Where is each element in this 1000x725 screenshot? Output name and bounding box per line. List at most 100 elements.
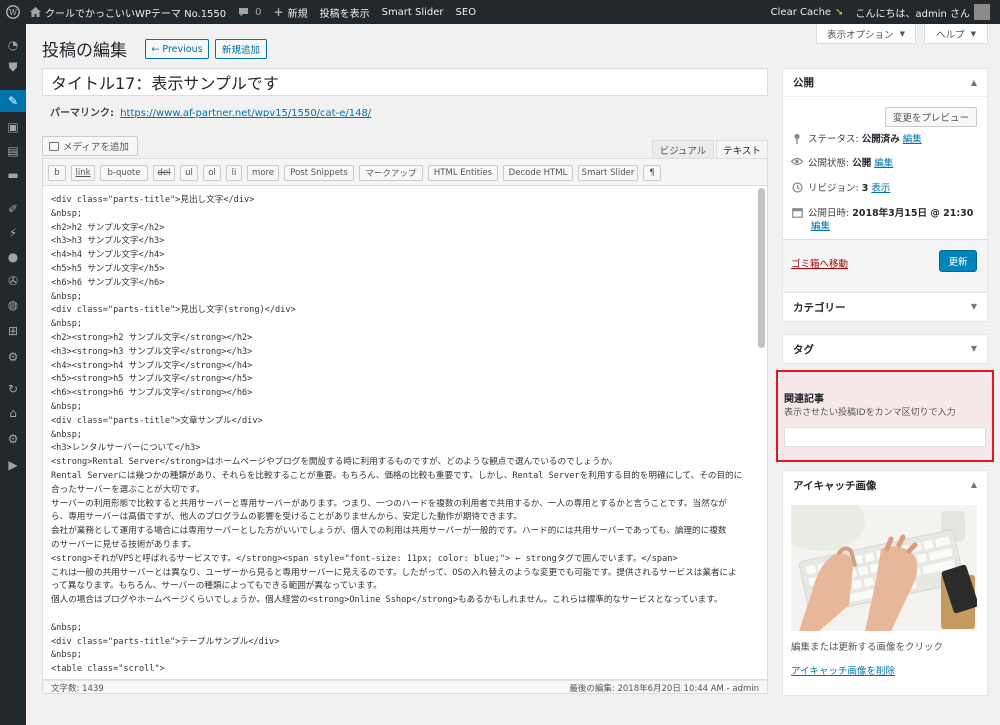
permalink: パーマリンク: https://www.af-partner.net/wpv15… xyxy=(50,104,371,119)
quicktag-button[interactable]: b xyxy=(48,165,66,181)
chevron-up-icon[interactable]: ▲ xyxy=(971,78,977,87)
date-edit-link[interactable]: 編集 xyxy=(811,221,830,232)
tools-icon[interactable]: ✇ xyxy=(0,270,26,292)
quicktag-button[interactable]: li xyxy=(226,165,242,181)
graduation-icon[interactable]: ⌂ xyxy=(0,402,26,424)
admin-side-menu: ◔ ⛊ ✎ ▣ ▤ ▬ ✐ ⚡ ● ✇ ◍ ⊞ ⚙ ↻ ⌂ ⚙ ▶ xyxy=(0,24,26,725)
related-posts-box: 関連記事 表示させたい投稿IDをカンマ区切りで入力 xyxy=(776,370,994,462)
code-line: Rental Serverには幾つかの種類があり、それらを比較することが重要。も… xyxy=(51,470,743,481)
quicktag-button[interactable]: Post Snippets xyxy=(284,165,354,181)
preview-changes-button[interactable]: 変更をプレビュー xyxy=(885,107,977,127)
code-line: <h6>h6 サンプル文字</h6> xyxy=(51,277,165,288)
related-posts-input[interactable] xyxy=(784,427,986,447)
editor-scrollbar[interactable] xyxy=(758,188,765,348)
help-tab[interactable]: ヘルプ ▼ xyxy=(924,24,988,44)
shield-icon[interactable]: ⛊ xyxy=(0,56,26,78)
posts-pin-icon[interactable]: ✎ xyxy=(0,90,26,112)
code-line: <h3>h3 サンプル文字</h3> xyxy=(51,236,165,247)
code-line: <strong>それがVPSと呼ばれるサービスです。</strong><span… xyxy=(51,553,678,564)
remove-featured-image-link[interactable]: アイキャッチ画像を削除 xyxy=(791,663,895,677)
account-menu[interactable]: こんにちは、admin さん xyxy=(849,0,1000,24)
permalink-url[interactable]: https://www.af-partner.net/wpv15/1550/ca… xyxy=(120,108,371,119)
screen-options-tab[interactable]: 表示オプション ▼ xyxy=(816,24,916,44)
code-line: 個人の場合はブログやホームページくらいでしょうか。個人経営の<strong>On… xyxy=(51,595,723,606)
date-label: 公開日時: xyxy=(808,208,850,219)
quicktag-button[interactable]: Smart Slider xyxy=(578,165,638,181)
featured-image-title: アイキャッチ画像 xyxy=(793,479,877,492)
update-button[interactable]: 更新 xyxy=(939,250,977,272)
clear-cache-link[interactable]: Clear Cache ➘ xyxy=(765,0,850,24)
quicktag-button[interactable]: ol xyxy=(203,165,221,181)
quicktag-button[interactable]: del xyxy=(153,165,175,181)
pages-icon[interactable]: ▤ xyxy=(0,140,26,162)
date-value: 2018年3月15日 @ 21:30 xyxy=(852,208,974,219)
chevron-down-icon[interactable]: ▼ xyxy=(971,344,977,353)
featured-image-header[interactable]: アイキャッチ画像 ▲ xyxy=(783,471,987,499)
editor-content: <div class="parts-title">見出し文字</div> &nbs… xyxy=(51,194,751,677)
code-line: ら、専用サーバーは高価ですが、他人のプログラムの影響を受けることがありませんから… xyxy=(51,512,523,523)
chevron-down-icon[interactable]: ▼ xyxy=(971,302,977,311)
tags-box: タグ ▼ xyxy=(782,334,988,364)
code-line: って異なります。もちろん、サーバーの種類によってもできる範囲が異なっています。 xyxy=(51,581,382,592)
quicktag-button[interactable]: ul xyxy=(180,165,198,181)
smart-slider-link[interactable]: Smart Slider xyxy=(376,0,450,24)
code-line: <h5><strong>h5 サンプル文字</strong></h5> xyxy=(51,374,253,385)
tags-box-header[interactable]: タグ ▼ xyxy=(783,335,987,363)
dashboard-icon[interactable]: ◔ xyxy=(0,34,26,56)
users-icon[interactable]: ● xyxy=(0,246,26,268)
quicktag-button[interactable]: b-quote xyxy=(100,165,148,181)
code-line: &nbsp; xyxy=(51,429,83,440)
quicktag-button[interactable]: Decode HTML xyxy=(503,165,573,181)
play-icon[interactable]: ▶ xyxy=(0,454,26,476)
site-name: クールでかっこいいWPテーマ No.1550 xyxy=(45,8,227,20)
sync-icon[interactable]: ◍ xyxy=(0,294,26,316)
refresh-icon[interactable]: ↻ xyxy=(0,378,26,400)
svg-text:W: W xyxy=(9,8,18,17)
new-content-link[interactable]: + 新規 xyxy=(268,0,314,24)
tab-visual[interactable]: ビジュアル xyxy=(652,140,714,158)
visibility-row: 公開状態: 公開 編集 xyxy=(790,157,983,170)
admin-bar: W クールでかっこいいWPテーマ No.1550 0 + 新規 投稿を表示 Sm… xyxy=(0,0,1000,24)
add-media-button[interactable]: メディアを追加 xyxy=(42,136,138,156)
category-box-header[interactable]: カテゴリー ▼ xyxy=(783,293,987,321)
media-icon[interactable]: ▣ xyxy=(0,116,26,138)
view-post-link[interactable]: 投稿を表示 xyxy=(314,0,376,24)
comments-icon[interactable]: ▬ xyxy=(0,164,26,186)
plugins-icon[interactable]: ⚡ xyxy=(0,222,26,244)
status-edit-link[interactable]: 編集 xyxy=(903,134,922,145)
visibility-edit-link[interactable]: 編集 xyxy=(874,158,893,169)
seo-link[interactable]: SEO xyxy=(450,0,483,24)
post-title-input[interactable]: タイトル17：表示サンプルです xyxy=(42,68,768,96)
comments-link[interactable]: 0 xyxy=(232,0,267,24)
quicktag-button[interactable]: link xyxy=(71,165,95,181)
quicktag-button[interactable]: more xyxy=(247,165,279,181)
text-editor[interactable]: <div class="parts-title">見出し文字</div> &nbs… xyxy=(42,186,768,680)
add-new-button[interactable]: 新規追加 xyxy=(215,39,267,59)
grid-icon[interactable]: ⊞ xyxy=(0,320,26,342)
site-name-link[interactable]: クールでかっこいいWPテーマ No.1550 xyxy=(24,0,232,24)
publish-box-header[interactable]: 公開 ▲ xyxy=(783,69,987,97)
code-line: サーバーの利用形態で比較すると共用サーバーと専用サーバーがあります。つまり、一つ… xyxy=(51,498,727,509)
revision-row: リビジョン: 3 表示 xyxy=(791,182,983,197)
code-line: &nbsp; xyxy=(51,401,83,412)
revision-view-link[interactable]: 表示 xyxy=(871,183,890,194)
move-to-trash-link[interactable]: ゴミ箱へ移動 xyxy=(791,256,848,270)
status-row: ステータス: 公開済み 編集 xyxy=(791,133,983,149)
previous-button[interactable]: ← Previous xyxy=(145,39,209,59)
chevron-up-icon[interactable]: ▲ xyxy=(971,480,977,489)
plus-icon: + xyxy=(273,5,284,19)
featured-image[interactable] xyxy=(791,505,977,631)
quicktag-button[interactable]: HTML Entities xyxy=(428,165,498,181)
gear-icon[interactable]: ⚙ xyxy=(0,428,26,450)
code-line: <h2>h2 サンプル文字</h2> xyxy=(51,222,165,233)
screen-options-label: 表示オプション xyxy=(827,29,894,41)
settings-icon[interactable]: ⚙ xyxy=(0,346,26,368)
tab-text[interactable]: テキスト xyxy=(716,140,768,158)
quicktag-button[interactable]: ¶ xyxy=(643,165,661,181)
code-line: &nbsp; xyxy=(51,622,83,633)
code-line: <h3><strong>h3 サンプル文字</strong></h3> xyxy=(51,346,253,357)
quicktag-button[interactable]: マークアップ xyxy=(359,165,423,181)
appearance-icon[interactable]: ✐ xyxy=(0,198,26,220)
visibility-label: 公開状態: xyxy=(808,158,850,169)
wordpress-logo-icon[interactable]: W xyxy=(2,1,24,23)
